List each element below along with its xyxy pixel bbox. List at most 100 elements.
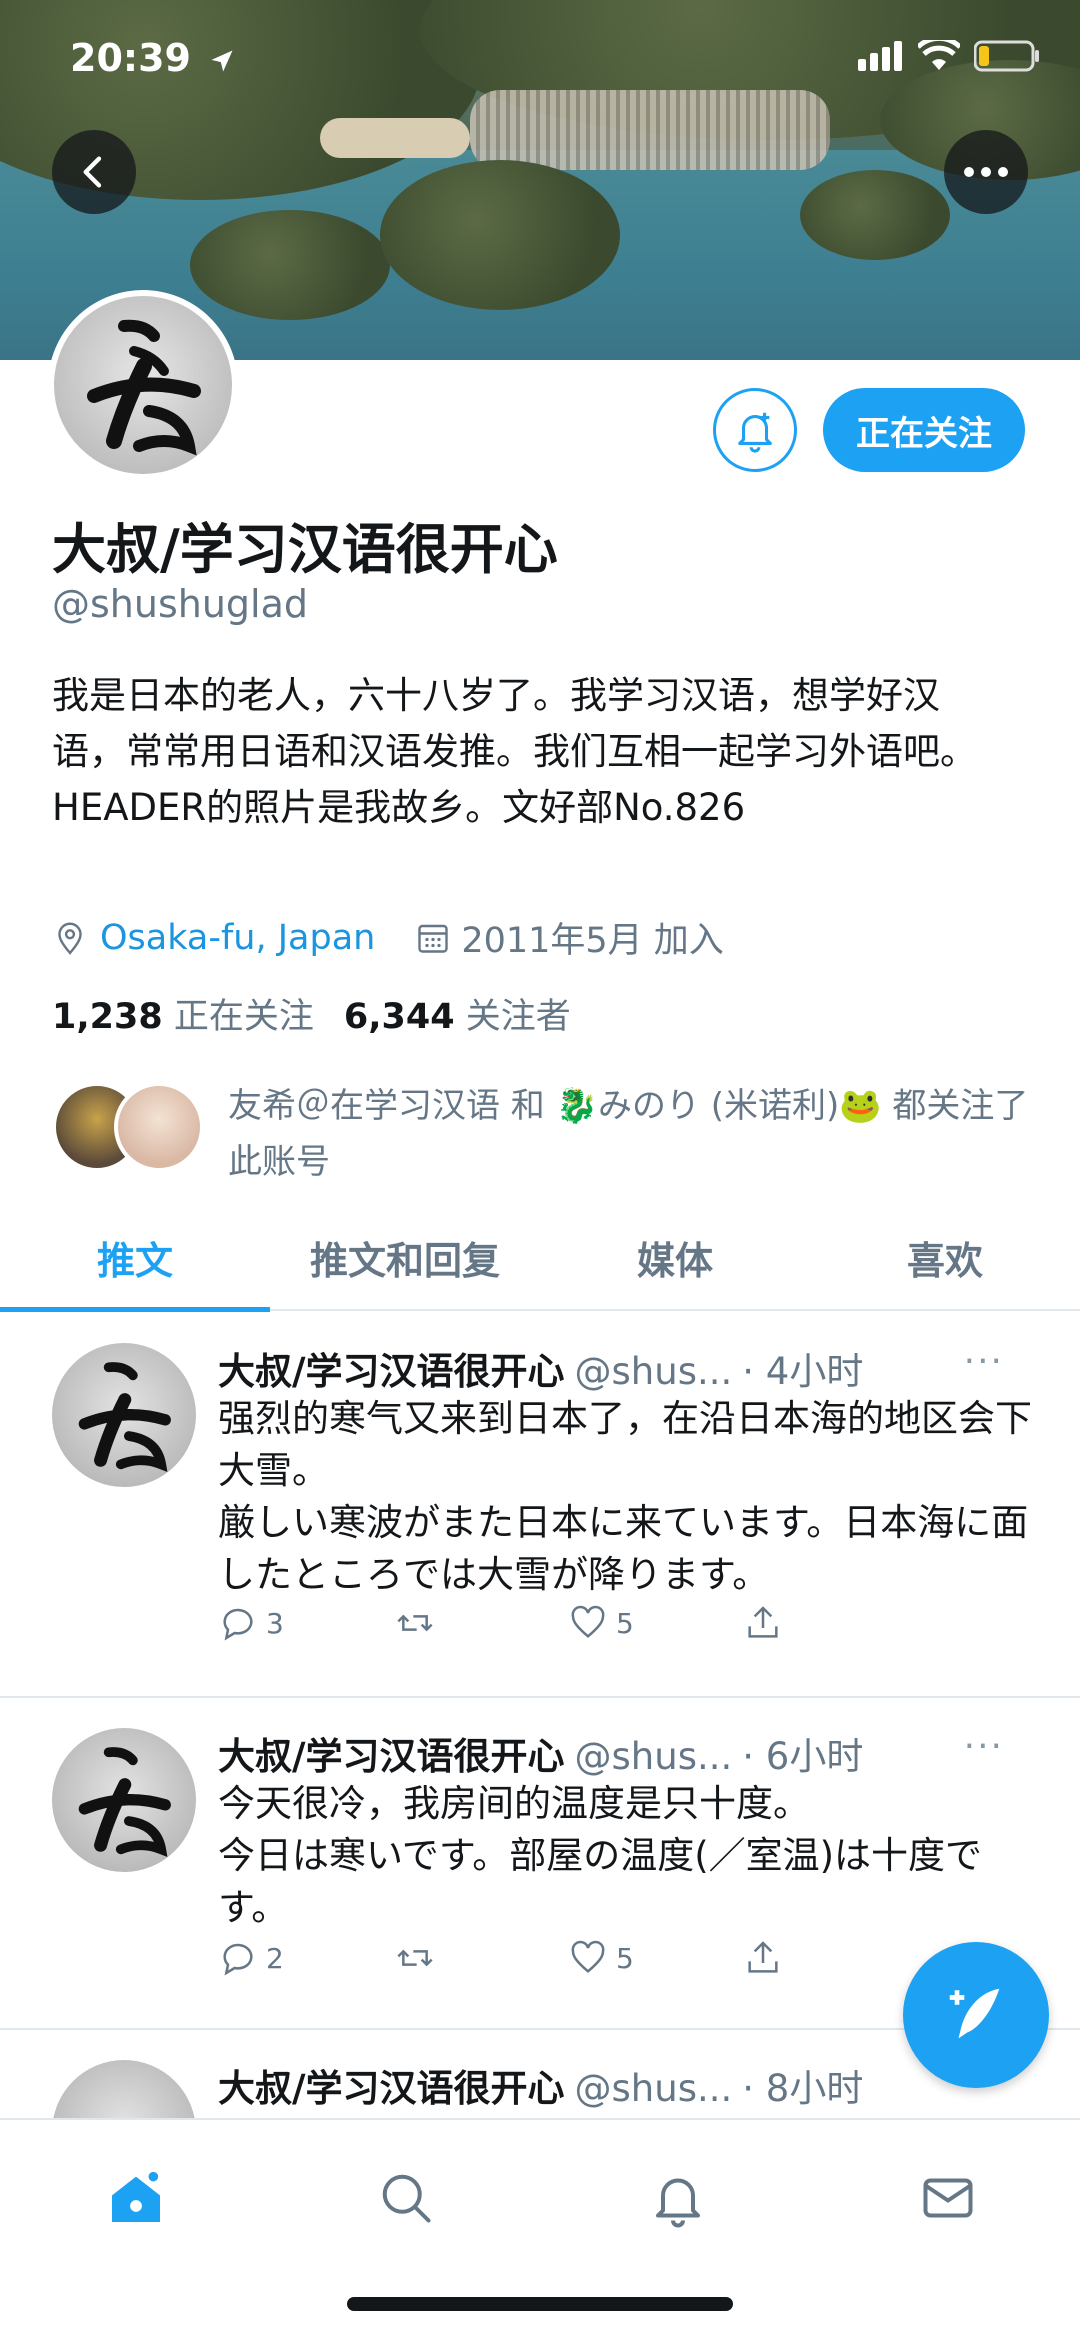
tweet-author-name: 大叔/学习汉语很开心 [218,2067,565,2110]
reply-count: 3 [266,1606,284,1640]
profile-joined: 2011年5月 加入 [461,921,724,961]
status-time: 20:39 [70,36,236,80]
header-beach [320,118,470,158]
messages-icon [923,2178,973,2218]
compose-tweet-button[interactable] [903,1942,1049,2088]
reply-icon [223,1608,253,1641]
wifi-icon [918,40,960,70]
tweet-more-button[interactable]: ··· [964,1341,1004,1382]
avatar-image [54,296,232,474]
tab-likes[interactable]: 喜欢 [810,1205,1080,1309]
followed-by-section[interactable]: 友希＠在学习汉语 和 🐉みのり (米诺利)🐸 都关注了此账号 [52,1078,1032,1188]
tweet-text: 今天很冷，我房间的温度是只十度。 今日は寒いです。部屋の温度(／室温)は十度です… [218,1782,983,1929]
tab-media[interactable]: 媒体 [540,1205,810,1309]
retweet-icon [397,1949,433,1967]
retweet-icon [397,1614,433,1632]
share-button[interactable] [743,1603,918,1643]
search-icon [382,2174,431,2223]
tweet-author-name: 大叔/学习汉语很开心 [218,1735,565,1778]
tweet-avatar[interactable] [52,1728,196,1872]
tab-tweets[interactable]: 推文 [0,1205,270,1312]
back-arrow-icon [83,156,102,188]
nav-notifications[interactable] [638,2158,718,2238]
reply-icon [223,1943,253,1976]
retweet-button[interactable] [393,1938,568,1978]
tweet-text: 强烈的寒气又来到日本了，在沿日本海的地区会下大雪。 厳しい寒波がまた日本に来てい… [218,1397,1032,1596]
like-count: 5 [616,1941,634,1975]
tweet-author-handle: @shus... [574,1350,733,1393]
tweet-actions: 3 5 [218,1603,918,1643]
more-options-button[interactable] [944,130,1028,214]
followers-label: 关注者 [465,997,571,1037]
signal-icon [858,41,902,71]
location-arrow-icon [211,50,233,71]
location-icon [58,922,82,955]
tweet-time: · 8小时 [742,2067,864,2110]
notifications-toggle-button[interactable] [713,388,797,472]
followed-by-text: 友希＠在学习汉语 和 🐉みのり (米诺利)🐸 都关注了此账号 [228,1086,1029,1182]
header-island [800,170,950,260]
profile-tabs: 推文 推文和回复 媒体 喜欢 [0,1205,1080,1312]
status-time-text: 20:39 [70,36,191,80]
tweet-header: 大叔/学习汉语很开心 @shus... · 6小时 ··· [218,1726,1038,1780]
tweet-item[interactable]: 大叔/学习汉语很开心 @shus... · 4小时 ··· 强烈的寒气又来到日本… [0,1313,1080,1698]
display-name: 大叔/学习汉语很开心 [52,518,558,581]
reply-button[interactable]: 2 [218,1938,393,1978]
follower-avatar [114,1082,204,1172]
status-bar: 20:39 [0,0,1080,120]
header-island [190,210,390,320]
profile-handle: @shushuglad [52,582,309,626]
tab-tweets-and-replies[interactable]: 推文和回复 [270,1205,540,1309]
share-button[interactable] [743,1938,918,1978]
calligraphy-avatar-icon [78,1747,171,1858]
tweet-time: · 6小时 [742,1735,864,1778]
bell-add-icon [738,412,772,453]
tweet-author-handle: @shus... [574,1735,733,1778]
calligraphy-avatar-icon [87,319,201,456]
compose-icon [949,1988,1000,2039]
battery-icon [974,40,1039,72]
tweet-time: · 4小时 [742,1350,864,1393]
tweet-more-button[interactable]: ··· [964,1726,1004,1767]
home-indicator [347,2297,733,2311]
profile-meta: Osaka-fu, Japan 2011年5月 加入 [52,912,724,963]
followers-count-link[interactable]: 6,344 关注者 [344,988,571,1039]
followers-count: 6,344 [343,997,455,1037]
tweet-avatar[interactable] [52,2060,196,2118]
share-icon [748,1606,778,1638]
tweet-author-handle: @shus... [574,2067,733,2110]
status-icons [858,40,1040,72]
tweet-author-name: 大叔/学习汉语很开心 [218,1350,565,1393]
following-count-link[interactable]: 1,238 正在关注 [52,988,314,1039]
tweet-header: 大叔/学习汉语很开心 @shus... · 4小时 ··· [218,1341,1038,1395]
profile-bio: 我是日本的老人，六十八岁了。我学习汉语，想学好汉语，常常用日语和汉语发推。我们互… [52,674,977,829]
nav-search[interactable] [366,2158,446,2238]
tweet-header: 大叔/学习汉语很开心 @shus... · 8小时 [218,2058,1038,2112]
share-icon [748,1941,778,1973]
like-icon [571,1940,605,1973]
like-icon [571,1605,605,1638]
nav-messages[interactable] [908,2158,988,2238]
tweet-actions: 2 5 [218,1938,918,1978]
like-button[interactable]: 5 [568,1603,743,1643]
notifications-icon [656,2178,700,2228]
following-count: 1,238 [52,997,163,1037]
reply-button[interactable]: 3 [218,1603,393,1643]
nav-home[interactable] [96,2158,176,2238]
tweet-avatar[interactable] [52,1343,196,1487]
following-label: 正在关注 [173,997,314,1037]
reply-count: 2 [266,1941,284,1975]
profile-avatar[interactable] [48,290,238,480]
back-button[interactable] [52,130,136,214]
more-icon [964,167,1008,177]
calendar-icon [418,924,449,953]
follow-counts: 1,238 正在关注 6,344 关注者 [52,988,571,1039]
like-button[interactable]: 5 [568,1938,743,1978]
calligraphy-avatar-icon [78,1362,171,1473]
retweet-button[interactable] [393,1603,568,1643]
header-island [380,160,620,310]
following-button[interactable]: 正在关注 [823,388,1025,472]
profile-location[interactable]: Osaka-fu, Japan [100,918,375,958]
home-icon [112,2171,160,2222]
like-count: 5 [616,1606,634,1640]
